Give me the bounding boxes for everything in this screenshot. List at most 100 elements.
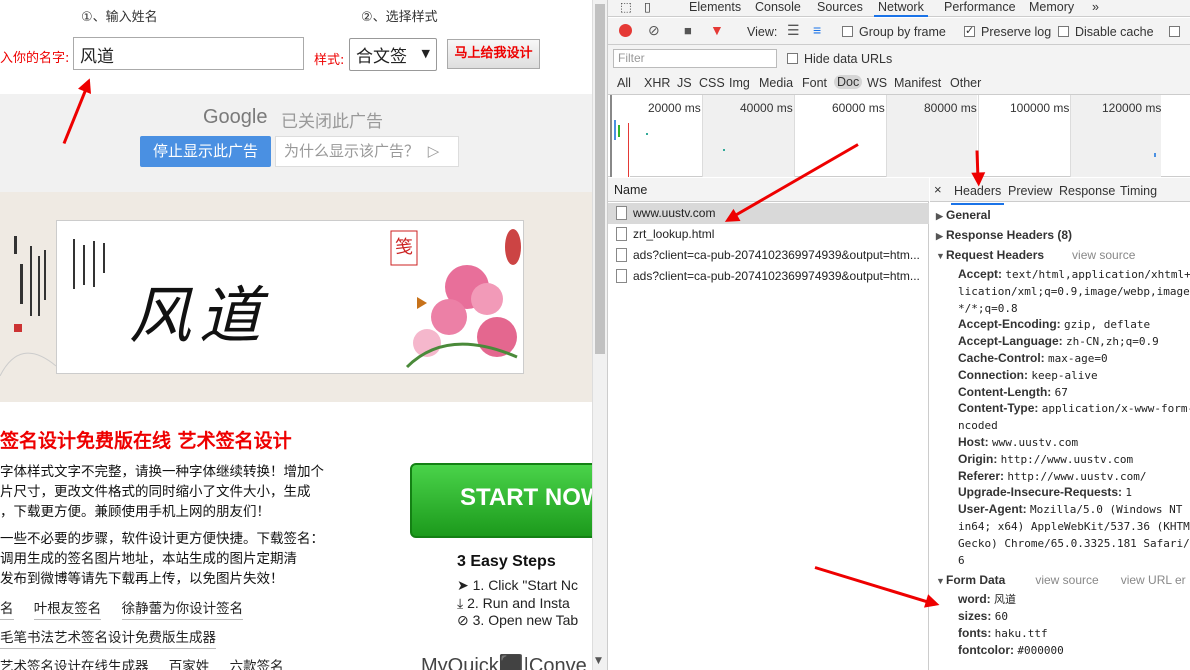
tab-memory[interactable]: Memory — [1029, 0, 1074, 14]
hide-data-urls-checkbox[interactable] — [787, 53, 798, 64]
offline-checkbox[interactable] — [1169, 26, 1180, 37]
timeline-request-mark — [614, 120, 616, 140]
related-links: 名 叶根友签名 徐静蕾为你设计签名 — [0, 597, 259, 620]
download-icon: ⤓ — [457, 595, 468, 611]
name-column-header[interactable]: Name — [608, 178, 929, 202]
related-link[interactable]: 名 — [0, 597, 14, 620]
device-toggle-icon[interactable]: ▯ — [644, 0, 651, 14]
network-overview-timeline[interactable]: 20000 ms 40000 ms 60000 ms 80000 ms 1000… — [608, 95, 1190, 177]
website-scrollbar[interactable]: ▼ — [592, 0, 607, 670]
clear-icon[interactable]: ⊘ — [648, 22, 660, 39]
group-by-frame-checkbox[interactable] — [842, 26, 853, 37]
timeline-selection[interactable] — [610, 95, 630, 177]
download-paragraph: 一些不必要的步骤，软件设计更方便快捷。下载签名： 调用生成的签名图片地址，本站生… — [0, 529, 324, 589]
paragraph-line: 发布到微博等请先下载再上传，以免图片失效！ — [0, 571, 284, 587]
tab-console[interactable]: Console — [755, 0, 801, 14]
header-value: gzip, deflate — [1064, 318, 1151, 332]
more-tabs-icon[interactable]: » — [1092, 0, 1099, 14]
form-field-value: #000000 — [1017, 644, 1064, 657]
list-view-icon[interactable]: ☰ — [787, 22, 800, 39]
tab-network[interactable]: Network — [874, 0, 928, 17]
view-source-link[interactable]: view source — [1035, 573, 1098, 587]
type-filter-manifest[interactable]: Manifest — [894, 76, 941, 90]
timeline-request-mark — [646, 133, 648, 135]
tab-sources[interactable]: Sources — [817, 0, 863, 14]
type-filter-xhr[interactable]: XHR — [644, 76, 670, 90]
request-headers-section[interactable]: ▼Request Headers view source — [936, 248, 1135, 262]
design-button[interactable]: 马上给我设计 — [447, 39, 540, 69]
timeline-tick-label: 80000 ms — [924, 101, 977, 115]
related-link[interactable]: 毛笔书法艺术签名设计免费版生成器 — [0, 626, 216, 649]
why-this-ad-button[interactable]: 为什么显示该广告？ ▷ — [275, 136, 459, 167]
devtools-tab-bar: ⬚ ▯ Elements Console Sources Network Per… — [608, 0, 1190, 17]
scrollbar-thumb[interactable] — [595, 4, 605, 354]
tab-timing[interactable]: Timing — [1120, 184, 1157, 198]
tab-response[interactable]: Response — [1059, 184, 1115, 198]
filter-funnel-icon[interactable]: ▼ — [710, 22, 724, 38]
preserve-log-checkbox[interactable] — [964, 24, 975, 37]
type-filter-img[interactable]: Img — [729, 76, 750, 90]
header-value: lication/xml;q=0.9,image/webp,image/ — [958, 284, 1190, 298]
view-url-encoded-link[interactable]: view URL er — [1121, 573, 1186, 587]
request-header-row: Upgrade-Insecure-Requests: 1 — [958, 484, 1132, 501]
type-filter-js[interactable]: JS — [677, 76, 692, 90]
request-row[interactable]: ads?client=ca-pub-2074102369974939&outpu… — [608, 266, 929, 287]
type-filter-ws[interactable]: WS — [867, 76, 887, 90]
style-label: 样式: — [314, 53, 345, 68]
request-row[interactable]: www.uustv.com — [608, 203, 929, 224]
waterfall-view-icon[interactable]: ≡ — [813, 22, 821, 38]
header-value: keep-alive — [1031, 368, 1098, 382]
preserve-log-label: Preserve log — [981, 25, 1052, 39]
view-source-link[interactable]: view source — [1072, 248, 1135, 262]
view-label: View: — [747, 25, 778, 39]
related-link[interactable]: 艺术签名设计在线生成器 — [0, 655, 149, 670]
hide-data-urls-label: Hide data URLs — [804, 52, 893, 66]
response-headers-section[interactable]: ▶ Response Headers (8) — [936, 228, 1072, 242]
svg-text:笺: 笺 — [395, 237, 413, 258]
close-icon[interactable]: × — [934, 182, 942, 197]
request-header-row: Accept-Encoding: gzip, deflate — [958, 316, 1150, 333]
request-row[interactable]: ads?client=ca-pub-2074102369974939&outpu… — [608, 245, 929, 266]
related-link[interactable]: 六款签名 — [230, 655, 284, 670]
step-2-label: ②、选择样式 — [361, 10, 438, 25]
record-icon[interactable] — [619, 24, 632, 37]
header-value: max-age=0 — [1048, 352, 1108, 365]
style-select[interactable]: 合文签 ▼ — [349, 38, 437, 71]
related-link[interactable]: 叶根友签名 — [33, 597, 102, 620]
filter-input[interactable]: Filter — [613, 49, 777, 68]
type-filter-css[interactable]: CSS — [699, 76, 725, 90]
request-header-row: Connection: keep-alive — [958, 367, 1098, 384]
form-data-section[interactable]: ▼Form Data view source view URL er — [936, 573, 1186, 587]
tab-preview[interactable]: Preview — [1008, 184, 1052, 198]
type-filter-doc[interactable]: Doc — [834, 75, 863, 89]
request-row[interactable]: zrt_lookup.html — [608, 224, 929, 245]
myquick-converter-logo: MyQuick⬛|Conve — [421, 655, 587, 670]
tab-performance[interactable]: Performance — [944, 0, 1016, 14]
tab-elements[interactable]: Elements — [689, 0, 741, 14]
related-link[interactable]: 徐静蕾为你设计签名 — [121, 597, 244, 620]
document-icon — [616, 248, 627, 262]
related-links: 毛笔书法艺术签名设计免费版生成器 — [0, 626, 232, 649]
type-filter-other[interactable]: Other — [950, 76, 981, 90]
name-input[interactable]: 风道 — [73, 37, 304, 70]
general-section[interactable]: ▶ General — [936, 208, 991, 222]
type-filter-font[interactable]: Font — [802, 76, 827, 90]
header-value: Gecko) Chrome/65.0.3325.181 Safari/5 — [958, 536, 1190, 550]
request-header-row: Content-Type: application/x-www-form- — [958, 400, 1190, 417]
request-header-row: */*;q=0.8 — [958, 300, 1018, 317]
related-link[interactable]: 百家姓 — [169, 655, 210, 670]
form-data-row: fontcolor: #000000 — [958, 642, 1064, 659]
start-now-button[interactable]: START NOW — [410, 463, 592, 538]
type-filter-all[interactable]: All — [617, 76, 631, 90]
header-name: Connection: — [958, 367, 1028, 382]
disable-cache-checkbox[interactable] — [1058, 26, 1069, 37]
chevron-down-icon: ▼ — [421, 47, 430, 60]
header-name: Accept-Encoding: — [958, 317, 1061, 332]
stop-showing-ad-button[interactable]: 停止显示此广告 — [140, 136, 271, 167]
scroll-down-icon[interactable]: ▼ — [595, 656, 602, 666]
signature-card: 风道 笺 — [56, 220, 524, 374]
easy-step-item: ⊘ 3. Open new Tab — [457, 612, 579, 628]
inspect-icon[interactable]: ⬚ — [620, 0, 632, 14]
type-filter-media[interactable]: Media — [759, 76, 793, 90]
screenshot-camera-icon[interactable]: ■ — [684, 23, 692, 38]
